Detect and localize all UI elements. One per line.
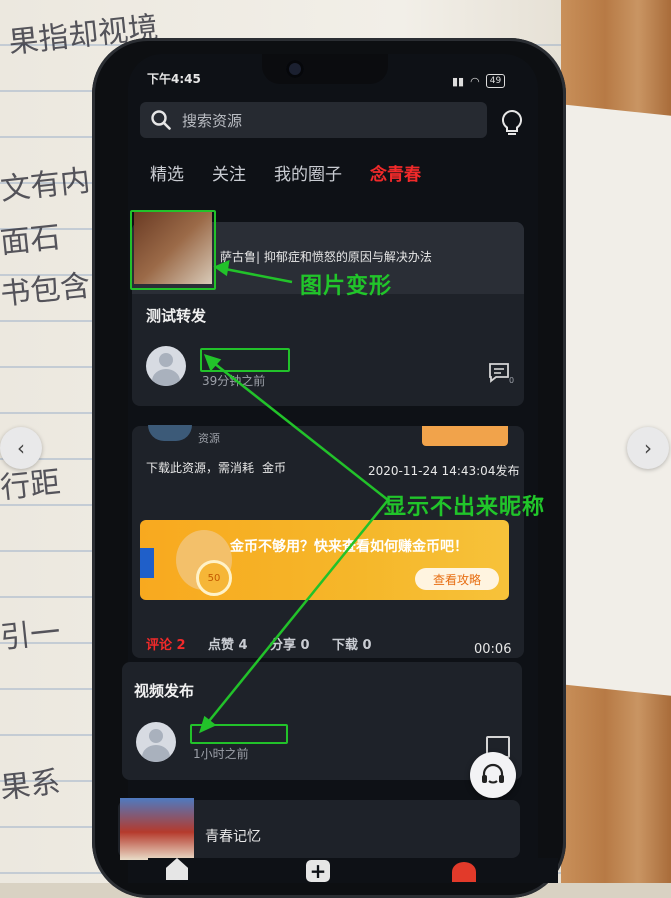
annotation-nickname-missing: 显示不出来昵称: [384, 495, 546, 520]
annotation-arrows: [198, 259, 389, 734]
annotation-image-deformed: 图片变形: [300, 274, 393, 299]
